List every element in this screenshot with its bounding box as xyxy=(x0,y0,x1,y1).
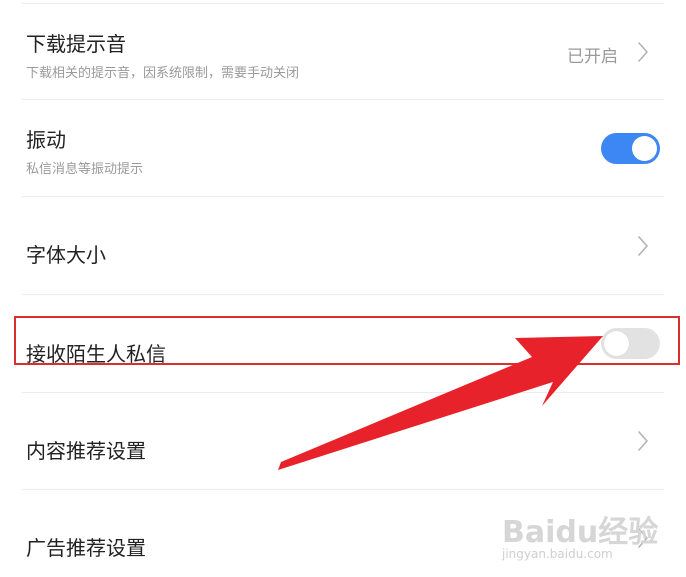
vibration-toggle[interactable] xyxy=(601,133,660,164)
annotation-highlight-box xyxy=(14,316,680,365)
settings-row-download-sound[interactable]: 下载提示音 下载相关的提示音，因系统限制，需要手动关闭 已开启 xyxy=(0,4,686,100)
row-value: 已开启 xyxy=(567,47,618,67)
chevron-right-icon xyxy=(638,42,648,62)
settings-row-font-size[interactable]: 字体大小 xyxy=(0,197,686,293)
chevron-right-icon xyxy=(638,236,648,256)
chevron-right-icon xyxy=(638,431,648,451)
baidu-jingyan-watermark: Baidu经验 jingyan.baidu.com xyxy=(502,507,662,567)
row-title: 字体大小 xyxy=(26,243,106,267)
settings-row-vibration: 振动 私信消息等振动提示 xyxy=(0,100,686,196)
toggle-knob xyxy=(632,136,657,161)
row-subtitle: 下载相关的提示音，因系统限制，需要手动关闭 xyxy=(26,66,300,81)
settings-row-content-recommendation[interactable]: 内容推荐设置 xyxy=(0,393,686,489)
row-title: 下载提示音 xyxy=(26,32,126,56)
settings-page: 下载提示音 下载相关的提示音，因系统限制，需要手动关闭 已开启 振动 私信消息等… xyxy=(0,0,686,577)
row-title: 内容推荐设置 xyxy=(26,439,146,463)
watermark-logo: Baidu经验 xyxy=(502,515,659,550)
row-subtitle: 私信消息等振动提示 xyxy=(26,162,144,177)
watermark-url: jingyan.baidu.com xyxy=(502,547,613,561)
row-title: 广告推荐设置 xyxy=(26,536,146,560)
row-title: 振动 xyxy=(26,128,66,152)
